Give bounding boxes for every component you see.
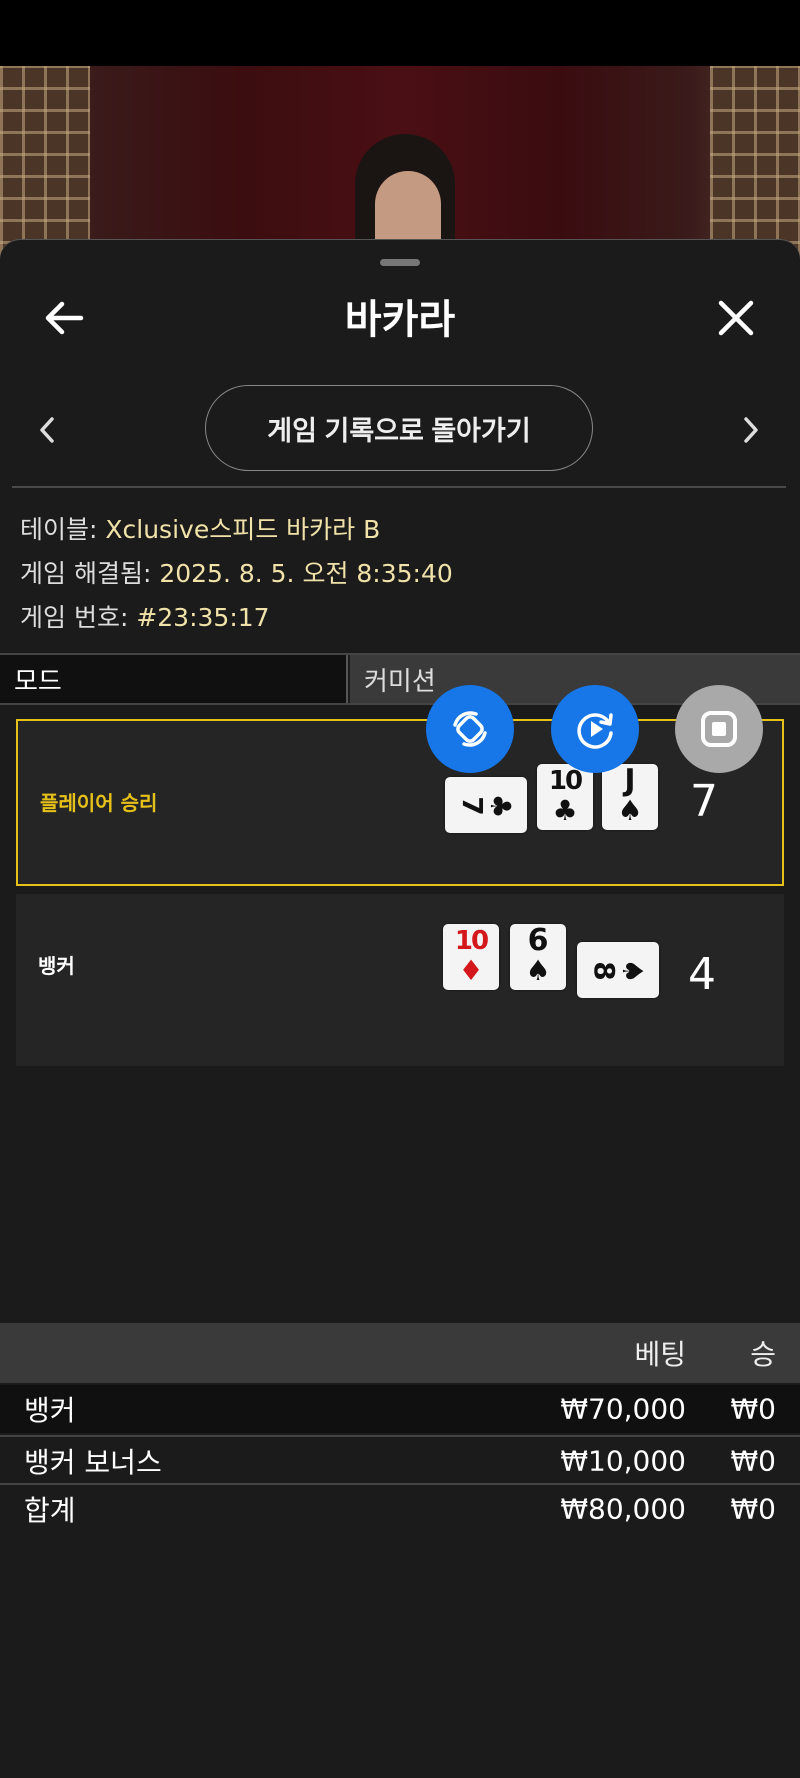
banker-card-2: 6 ♠ [510, 924, 566, 990]
card-suit: ♣ [484, 793, 517, 819]
divider [12, 486, 786, 488]
card-suit: ♠ [525, 954, 551, 987]
lattice-screen-left [0, 66, 90, 266]
history-nav-row: 게임 기록으로 돌아가기 [0, 385, 800, 475]
bet-amount: ₩10,000 [560, 1444, 686, 1478]
chevron-left-icon[interactable] [24, 407, 70, 453]
player-card-3: J ♠ [602, 764, 658, 830]
lattice-screen-right [710, 66, 800, 266]
banker-score: 4 [688, 949, 716, 1000]
player-result-label: 플레이어 승리 [40, 791, 158, 815]
game-detail-sheet: 바카라 게임 기록으로 돌아가기 테이블: Xclusive스피드 바카라 B … [0, 239, 800, 1778]
info-table-label: 테이블: [20, 515, 98, 544]
live-video-background [0, 66, 800, 266]
info-table-value: Xclusive스피드 바카라 B [105, 515, 381, 544]
info-resolved: 게임 해결됨: 2025. 8. 5. 오전 8:35:40 [20, 554, 453, 590]
chevron-right-icon[interactable] [728, 407, 774, 453]
win-amount: ₩0 [730, 1492, 777, 1526]
table-row-total: 합계 ₩80,000 ₩0 [0, 1483, 800, 1533]
mode-row: 모드 커미션 [0, 653, 800, 705]
table-row: 뱅커 보너스 ₩10,000 ₩0 [0, 1435, 800, 1485]
sheet-grabber[interactable] [380, 259, 420, 266]
card-rank: 10 [454, 926, 489, 956]
card-rank: 6 [527, 924, 549, 958]
info-resolved-value: 2025. 8. 5. 오전 8:35:40 [159, 559, 453, 588]
player-card-1: 7 ♣ [445, 777, 527, 833]
info-game-number: 게임 번호: #23:35:17 [20, 598, 270, 634]
back-to-history-button[interactable]: 게임 기록으로 돌아가기 [205, 385, 593, 471]
stop-icon[interactable] [675, 685, 763, 773]
status-bar [0, 0, 800, 66]
mode-label: 모드 [0, 655, 348, 703]
card-suit: ♠ [617, 794, 643, 827]
banker-card-1: 10 ♦ [443, 924, 499, 990]
bet-name: 합계 [24, 1494, 76, 1527]
player-result: 플레이어 승리 7 ♣ 10 ♣ J ♠ 7 [16, 719, 784, 886]
table-row: 뱅커 ₩70,000 ₩0 [0, 1385, 800, 1433]
bets-header-bet: 베팅 [634, 1338, 686, 1371]
close-icon[interactable] [710, 292, 762, 344]
bet-name: 뱅커 [24, 1394, 76, 1427]
bet-amount: ₩80,000 [560, 1492, 686, 1526]
replay-icon[interactable] [551, 685, 639, 773]
bet-name: 뱅커 보너스 [24, 1446, 162, 1479]
info-table: 테이블: Xclusive스피드 바카라 B [20, 510, 380, 546]
card-suit: ♦ [458, 954, 484, 987]
card-suit: ♠ [616, 958, 649, 984]
info-resolved-label: 게임 해결됨: [20, 559, 152, 588]
bets-table-header: 베팅 승 [0, 1323, 800, 1383]
bets-header-win: 승 [750, 1338, 776, 1371]
page-title: 바카라 [344, 297, 456, 343]
card-suit: ♣ [552, 794, 578, 827]
banker-result-label: 뱅커 [38, 954, 75, 978]
banker-result: 뱅커 10 ♦ 6 ♠ 8 ♠ 4 [16, 894, 784, 1066]
info-number-value: #23:35:17 [136, 603, 270, 632]
rotate-icon[interactable] [426, 685, 514, 773]
win-amount: ₩0 [730, 1444, 777, 1478]
info-number-label: 게임 번호: [20, 603, 129, 632]
player-card-2: 10 ♣ [537, 764, 593, 830]
win-amount: ₩0 [730, 1392, 777, 1426]
player-score: 7 [690, 776, 718, 827]
banker-card-3: 8 ♠ [577, 942, 659, 998]
bet-amount: ₩70,000 [560, 1392, 686, 1426]
